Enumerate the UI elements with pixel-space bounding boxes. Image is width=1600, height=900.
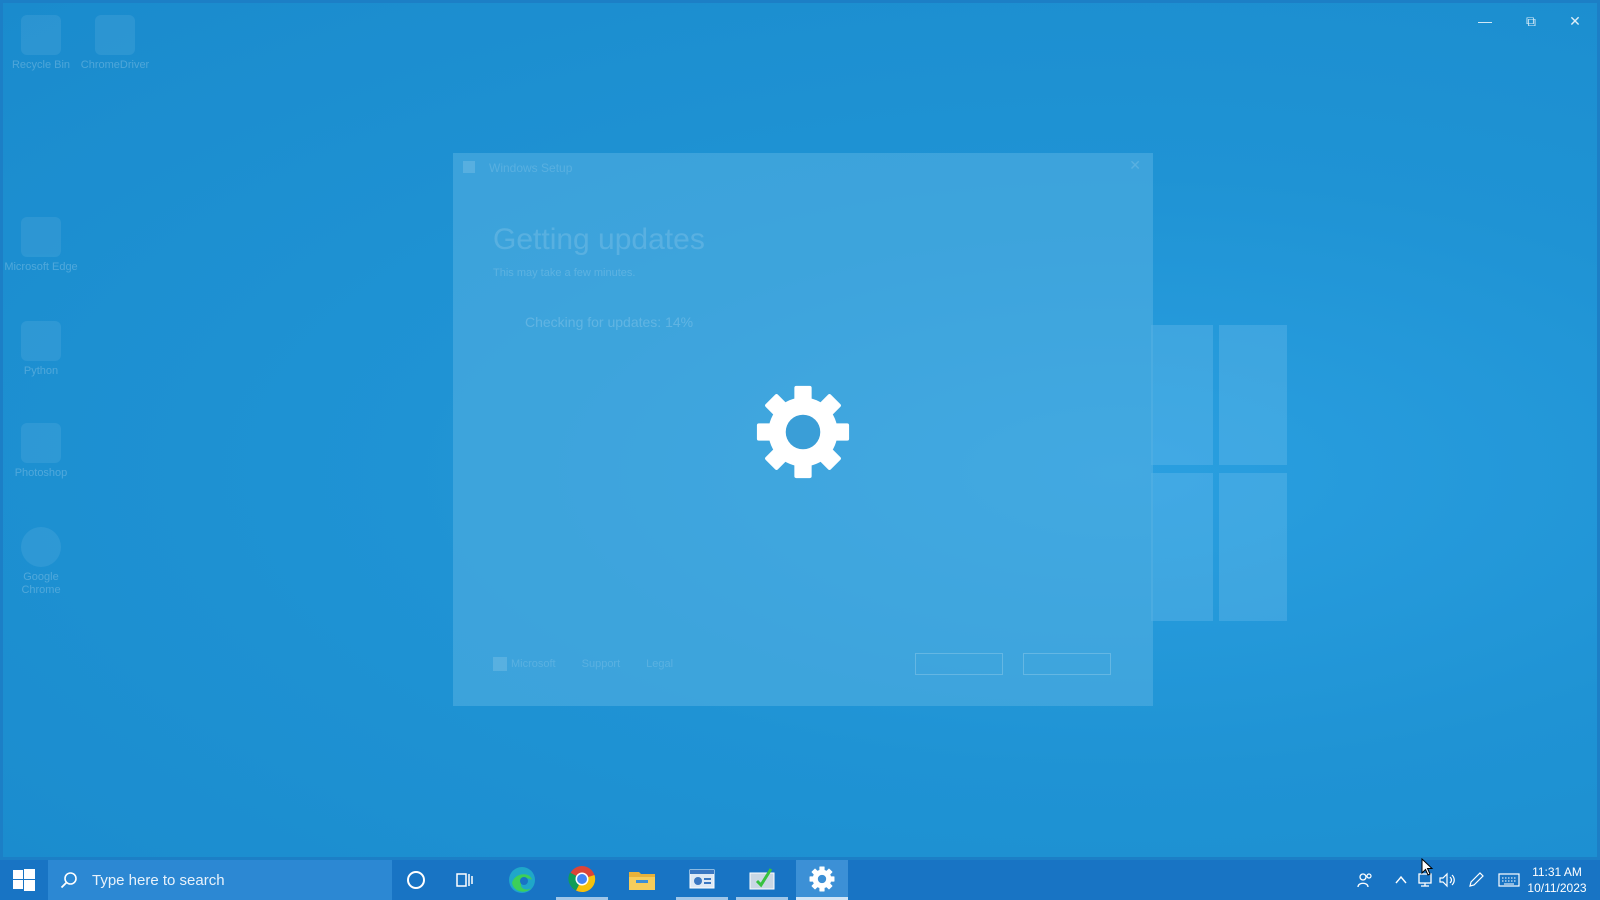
search-placeholder: Type here to search xyxy=(92,871,225,889)
taskbar: Type here to search 11:31 AM 10/11/2023 xyxy=(0,860,1600,900)
dialog-close-button[interactable]: ✕ xyxy=(1129,157,1141,174)
desktop: — ⧉ ✕ Recycle Bin ChromeDriver Microsoft… xyxy=(0,0,1600,860)
next-button[interactable] xyxy=(1023,653,1111,675)
support-link[interactable]: Support xyxy=(582,658,621,670)
desktop-icon-python[interactable]: Python xyxy=(3,321,79,378)
file-icon xyxy=(95,15,135,55)
clock-time: 11:31 AM xyxy=(1532,865,1582,879)
wallpaper-windows-logo xyxy=(1151,325,1287,621)
microsoft-brand: Microsoft xyxy=(493,657,556,671)
close-button[interactable]: ✕ xyxy=(1555,9,1595,33)
desktop-icon-chromedriver[interactable]: ChromeDriver xyxy=(77,15,153,72)
gear-icon xyxy=(809,866,835,891)
taskbar-edge[interactable] xyxy=(496,860,548,900)
clock-date: 10/11/2023 xyxy=(1527,881,1587,895)
dialog-title: Windows Setup xyxy=(489,161,573,175)
gear-icon xyxy=(756,385,850,479)
mouse-cursor-icon xyxy=(1421,858,1434,876)
desktop-icon-label: Photoshop xyxy=(14,467,68,479)
minimize-button[interactable]: — xyxy=(1465,9,1505,33)
edge-icon xyxy=(509,867,535,893)
desktop-icon-label: Python xyxy=(23,365,59,377)
dialog-heading: Getting updates xyxy=(493,223,705,256)
desktop-icon-chrome[interactable]: Google Chrome xyxy=(3,527,79,597)
taskbar-installer[interactable] xyxy=(736,860,788,900)
chrome-icon xyxy=(21,527,61,567)
desktop-icon-edge[interactable]: Microsoft Edge xyxy=(3,217,79,274)
taskbar-control-panel[interactable] xyxy=(676,860,728,900)
recycle-bin-icon xyxy=(21,15,61,55)
taskbar-file-explorer[interactable] xyxy=(616,860,668,900)
legal-link[interactable]: Legal xyxy=(646,658,673,670)
update-status: Checking for updates: 14% xyxy=(525,314,694,330)
keyboard-icon[interactable] xyxy=(1496,860,1522,900)
circle-icon xyxy=(407,871,425,889)
dialog-subtitle: This may take a few minutes. xyxy=(493,267,636,279)
python-icon xyxy=(21,321,61,361)
taskbar-settings[interactable] xyxy=(796,860,848,900)
pen-icon[interactable] xyxy=(1465,860,1487,900)
control-panel-icon xyxy=(689,869,715,888)
installer-icon xyxy=(749,867,775,889)
taskbar-clock[interactable]: 11:31 AM 10/11/2023 xyxy=(1522,864,1592,896)
desktop-icon-label: Google Chrome xyxy=(21,571,61,596)
chevron-up-icon[interactable] xyxy=(1390,860,1412,900)
microsoft-logo-icon xyxy=(493,657,507,671)
restore-button[interactable]: ⧉ xyxy=(1511,9,1551,33)
chrome-icon xyxy=(568,865,596,892)
folder-icon xyxy=(629,872,655,890)
task-view-icon xyxy=(456,873,473,887)
windows-logo-icon xyxy=(13,869,35,891)
desktop-icon-label: Microsoft Edge xyxy=(4,261,78,273)
volume-icon[interactable] xyxy=(1436,860,1458,900)
start-button[interactable] xyxy=(0,860,48,900)
desktop-icon-photoshop[interactable]: Photoshop xyxy=(3,423,79,480)
people-icon[interactable] xyxy=(1354,860,1376,900)
desktop-icon-recycle-bin[interactable]: Recycle Bin xyxy=(3,15,79,72)
app-icon xyxy=(21,423,61,463)
edge-icon xyxy=(21,217,61,257)
taskbar-search-box[interactable]: Type here to search xyxy=(48,860,392,900)
search-icon xyxy=(60,871,84,889)
dialog-footer: Microsoft Support Legal xyxy=(493,657,673,671)
taskbar-chrome[interactable] xyxy=(556,860,608,900)
desktop-icon-label: Recycle Bin xyxy=(11,59,71,71)
cortana-button[interactable] xyxy=(390,860,442,900)
back-button[interactable] xyxy=(915,653,1003,675)
desktop-icon-label: ChromeDriver xyxy=(80,59,150,71)
setup-app-icon xyxy=(463,161,475,173)
task-view-button[interactable] xyxy=(438,860,490,900)
